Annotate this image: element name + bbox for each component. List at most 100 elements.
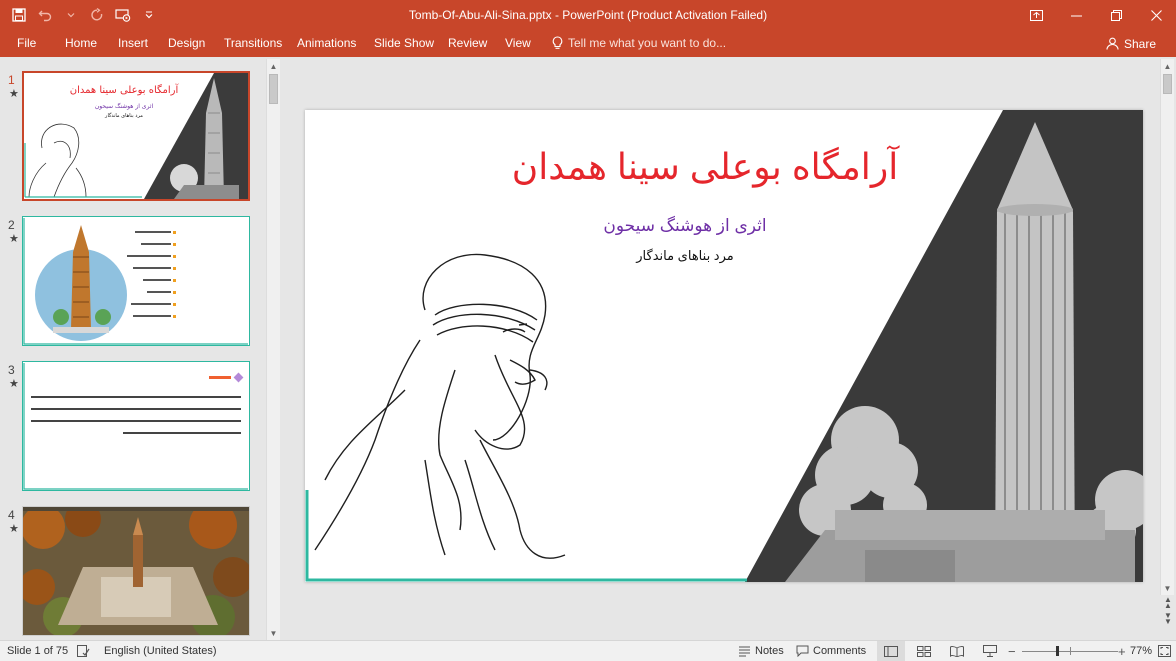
slide-sorter-button[interactable] <box>910 641 938 661</box>
customize-toolbar-button[interactable] <box>138 4 160 26</box>
restore-button[interactable] <box>1096 0 1136 30</box>
zoom-in-button[interactable]: + <box>1118 641 1126 661</box>
slide-sorter-icon <box>917 645 931 657</box>
minimize-icon <box>1070 15 1082 16</box>
editor-scroll-down-arrow[interactable]: ▼ <box>1161 581 1174 595</box>
thumbnail-number: 1 <box>8 73 15 87</box>
thumbnail-preview[interactable]: آرامگاه بوعلی سینا همدان اثری از هوشنگ س… <box>22 71 250 201</box>
tab-animations[interactable]: Animations <box>297 36 356 50</box>
undo-icon <box>38 10 52 22</box>
share-button[interactable]: Share <box>1100 33 1162 54</box>
tab-transitions[interactable]: Transitions <box>224 36 282 50</box>
tab-review[interactable]: Review <box>448 36 487 50</box>
scroll-down-arrow[interactable]: ▼ <box>267 626 280 640</box>
title-bar: Tomb-Of-Abu-Ali-Sina.pptx - PowerPoint (… <box>0 0 1176 30</box>
thumbnail-3-graphic <box>23 363 248 490</box>
redo-icon <box>91 8 103 21</box>
tab-view[interactable]: View <box>505 36 531 50</box>
restore-icon <box>1110 9 1122 21</box>
editor-scroll-up-arrow[interactable]: ▲ <box>1161 59 1174 73</box>
save-button[interactable] <box>8 4 30 26</box>
window-title: Tomb-Of-Abu-Ali-Sina.pptx - PowerPoint (… <box>408 8 768 22</box>
thumbnail-4-graphic <box>23 507 249 635</box>
proofing-icon <box>77 645 90 657</box>
thumbnail-preview[interactable] <box>22 216 250 346</box>
slide-thumbnail-pane: 1 ★ آرامگاه بوعلی سینا همدان اثری از هوش… <box>0 57 284 640</box>
editor-scrollbar[interactable]: ▲ ▼ <box>1160 59 1174 595</box>
start-from-beginning-button[interactable] <box>112 4 134 26</box>
close-icon <box>1150 9 1162 21</box>
zoom-slider-center-tick <box>1070 647 1071 655</box>
animation-marker: ★ <box>9 378 19 390</box>
thumbnail-scrollbar[interactable]: ▲ ▼ <box>266 59 280 640</box>
zoom-level[interactable]: 77% <box>1130 645 1152 657</box>
zoom-slider-thumb[interactable] <box>1056 646 1060 656</box>
close-button[interactable] <box>1136 0 1176 30</box>
tab-design[interactable]: Design <box>168 36 205 50</box>
tab-file[interactable]: File <box>17 36 36 50</box>
language-indicator[interactable]: English (United States) <box>104 645 217 657</box>
animation-marker: ★ <box>9 523 19 535</box>
slide-editor-area: آرامگاه بوعلی سینا همدان اثری از هوشنگ س… <box>284 57 1176 640</box>
slide-tagline[interactable]: مرد بناهای ماندگار <box>485 248 885 264</box>
previous-slide-button[interactable]: ▲ ▲ <box>1162 596 1174 610</box>
zoom-slider[interactable] <box>1022 641 1118 661</box>
tell-me-text: Tell me what you want to do... <box>568 36 727 50</box>
slide-counter[interactable]: Slide 1 of 75 <box>7 645 68 657</box>
tell-me-search[interactable]: Tell me what you want to do... <box>552 36 726 50</box>
thumbnail-1-graphic: آرامگاه بوعلی سینا همدان اثری از هوشنگ س… <box>24 73 248 199</box>
fit-to-window-icon <box>1157 645 1171 657</box>
presentation-icon <box>983 645 997 657</box>
redo-button[interactable] <box>86 4 108 26</box>
tab-slide-show[interactable]: Slide Show <box>374 36 434 50</box>
save-icon <box>12 8 26 22</box>
thumbnail-preview[interactable] <box>22 506 250 636</box>
ribbon-display-options-button[interactable] <box>1016 0 1056 30</box>
status-bar: Slide 1 of 75 English (United States) No… <box>0 640 1176 661</box>
spelling-check-button[interactable] <box>77 641 90 661</box>
minimize-button[interactable] <box>1056 0 1096 30</box>
undo-button[interactable] <box>34 4 56 26</box>
reading-view-button[interactable] <box>943 641 971 661</box>
normal-view-icon <box>884 645 898 657</box>
customize-icon <box>145 11 153 19</box>
tab-home[interactable]: Home <box>65 36 97 50</box>
share-label: Share <box>1123 36 1156 51</box>
thumbnail-preview[interactable] <box>22 361 250 491</box>
minus-icon: − <box>1008 643 1016 659</box>
notes-icon <box>739 646 750 656</box>
svg-text:آرامگاه بوعلی سینا همدان: آرامگاه بوعلی سینا همدان <box>70 83 180 96</box>
fit-slide-button[interactable] <box>1156 641 1172 661</box>
zoom-out-button[interactable]: − <box>1008 641 1016 661</box>
thumbnail-number: 4 <box>8 508 15 522</box>
scroll-thumb[interactable] <box>269 74 278 104</box>
editor-scroll-thumb[interactable] <box>1163 74 1172 94</box>
notes-button[interactable]: Notes <box>738 641 784 661</box>
animation-marker: ★ <box>9 88 19 100</box>
comments-label: Comments <box>813 645 867 657</box>
slide-subtitle[interactable]: اثری از هوشنگ سیحون <box>485 216 885 236</box>
tab-insert[interactable]: Insert <box>118 36 148 50</box>
next-slide-button[interactable]: ▼ ▼ <box>1162 612 1174 626</box>
quick-access-toolbar <box>8 4 160 26</box>
window-controls <box>1016 0 1176 30</box>
current-slide[interactable]: آرامگاه بوعلی سینا همدان اثری از هوشنگ س… <box>305 110 1143 582</box>
slide-title[interactable]: آرامگاه بوعلی سینا همدان <box>405 146 1005 188</box>
ribbon-tab-bar: File Home Insert Design Transitions Anim… <box>0 30 1176 57</box>
comment-icon <box>796 645 809 657</box>
notes-label: Notes <box>755 645 784 657</box>
thumbnail-number: 3 <box>8 363 15 377</box>
slideshow-icon <box>115 9 131 22</box>
scroll-up-arrow[interactable]: ▲ <box>267 59 280 73</box>
lightbulb-icon <box>552 36 563 49</box>
undo-dropdown[interactable] <box>60 4 82 26</box>
animation-marker: ★ <box>9 233 19 245</box>
plus-icon: + <box>1118 643 1126 659</box>
thumbnail-number: 2 <box>8 218 15 232</box>
normal-view-button[interactable] <box>877 641 905 661</box>
svg-text:مرد بناهای ماندگار: مرد بناهای ماندگار <box>104 112 143 119</box>
comments-button[interactable]: Comments <box>796 641 866 661</box>
ribbon-options-icon <box>1029 9 1043 21</box>
svg-text:اثری از هوشنگ سیحون: اثری از هوشنگ سیحون <box>95 102 154 110</box>
slideshow-view-button[interactable] <box>976 641 1004 661</box>
